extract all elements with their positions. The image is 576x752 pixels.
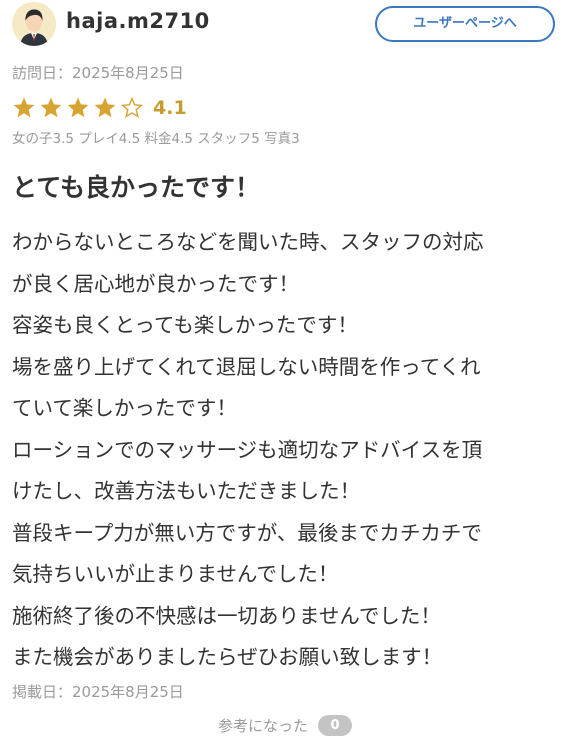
visit-date: 訪問日：2025年8月25日 [12,64,184,82]
review-line: 気持ちいいが止まりませんでした！ [12,562,339,586]
star-filled-icon [13,97,35,118]
review-body: わからないところなどを聞いた時、スタッフの対応 が良く居心地が良かったです！ 容… [12,222,568,679]
review-line: 場を盛り上げてくれて退屈しない時間を作ってくれ [12,354,481,379]
avatar-illustration [12,2,56,46]
review-line: ローションでのマッサージも適切なアドバイスを頂 [12,437,483,462]
review-line: 普段キープ力が無い方ですが、最後までカチカチで [12,520,482,545]
review-line: 施術終了後の不快感は一切ありませんでした！ [12,603,441,628]
star-rating: 4.1 [12,94,187,122]
review-line: が良く居心地が良かったです！ [12,271,299,296]
helpful-count-badge: 0 [318,714,353,736]
review-title: とても良かったです！ [12,173,261,202]
review-line: また機会がありましたらぜひお願い致します！ [12,645,443,669]
rating-value: 4.1 [153,97,187,119]
star-filled-icon [67,97,89,118]
star-empty-icon [120,96,144,118]
helpful-button[interactable]: 参考になった 0 [218,713,353,737]
star-filled-icon [94,97,116,118]
review-header: haja.m2710 ユーザーページへ [10,0,566,48]
post-date: 掲載日：2025年8月25日 [12,683,184,701]
user-page-button[interactable]: ユーザーページへ [375,6,555,42]
review-line: わからないところなどを聞いた時、スタッフの対応 [12,230,484,254]
sub-ratings: 女の子3.5 プレイ4.5 料金4.5 スタッフ5 写真3 [12,131,300,147]
user-avatar[interactable] [12,2,56,46]
helpful-label: 参考になった [218,716,309,735]
review-line: けたし、改善方法もいただきました！ [12,479,361,503]
review-line: 容姿も良くとっても楽しかったです！ [12,313,358,337]
username[interactable]: haja.m2710 [66,9,210,33]
star-filled-icon [40,97,62,118]
review-line: ていて楽しかったです！ [12,396,237,420]
